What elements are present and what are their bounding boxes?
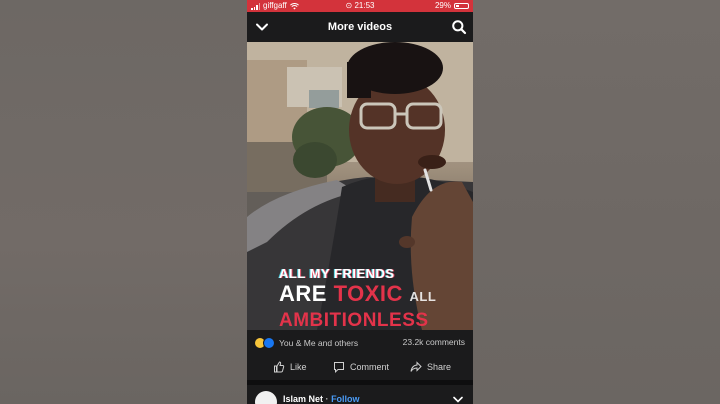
like-label: Like (290, 362, 307, 372)
page-name[interactable]: Islam Net (283, 394, 323, 404)
phone-screen: giffgaff ⊙ 21:53 29% More videos ALL MY … (247, 0, 473, 404)
alarm-icon: ⊙ (345, 1, 353, 10)
engagement-row: You & Me and others 23.2k comments (247, 330, 473, 356)
battery-percent: 29% (434, 1, 451, 10)
search-icon[interactable] (451, 19, 467, 35)
comment-icon (334, 362, 344, 373)
caption-word-all: ALL (409, 289, 437, 304)
battery-icon (454, 3, 469, 9)
blurred-background-left (0, 0, 247, 404)
page-avatar[interactable] (255, 391, 277, 404)
comment-label: Comment (350, 362, 390, 372)
separator-dot: · (325, 394, 329, 404)
action-bar: Like Comment Share (247, 356, 473, 380)
next-post-header: Islam Net · Follow (247, 385, 473, 404)
video-caption: ALL MY FRIENDS ARE TOXIC ALL AMBITIONLES… (279, 266, 436, 330)
reactions-text: You & Me and others (279, 338, 359, 348)
caption-line-1: ALL MY FRIENDS (279, 266, 395, 281)
caption-word-are: ARE (279, 281, 327, 306)
status-bar: giffgaff ⊙ 21:53 29% (247, 0, 473, 12)
like-reaction-icon (263, 337, 275, 349)
caption-line-2: ARE TOXIC ALL (279, 282, 436, 309)
share-icon (410, 361, 422, 372)
comments-count[interactable]: 23.2k comments (403, 337, 465, 347)
share-button[interactable]: Share (410, 360, 451, 374)
status-time: 21:53 (354, 1, 375, 10)
chevron-down-icon[interactable] (453, 396, 463, 404)
follow-button[interactable]: Follow (331, 394, 360, 404)
caption-line-3: AMBITIONLESS (279, 310, 429, 330)
battery-fill (456, 5, 459, 7)
page-title: More videos (327, 21, 393, 33)
comment-button[interactable]: Comment (333, 360, 389, 374)
like-button[interactable]: Like (273, 360, 307, 374)
thumbs-up-icon (274, 361, 285, 373)
video-player[interactable]: ALL MY FRIENDS ARE TOXIC ALL AMBITIONLES… (247, 42, 473, 330)
top-header: More videos (247, 12, 473, 42)
reactions-summary[interactable]: You & Me and others (254, 337, 358, 349)
caption-word-toxic: TOXIC (333, 281, 403, 306)
share-label: Share (427, 362, 452, 372)
blurred-background-right (473, 0, 720, 404)
